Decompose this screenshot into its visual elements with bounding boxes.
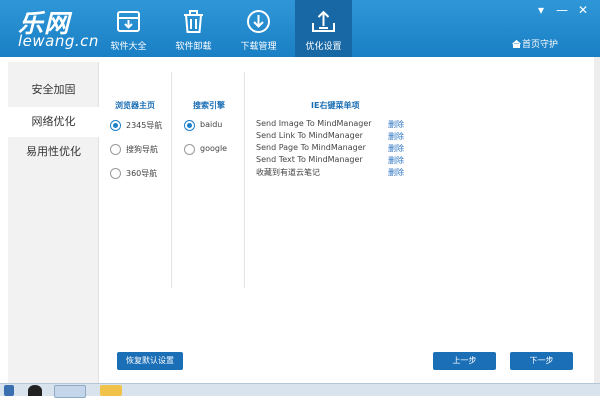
nav-tab-downloads[interactable]: 下载管理 bbox=[230, 0, 287, 57]
context-menu-item: Send Page To MindManager bbox=[256, 143, 366, 152]
logo-domain: lewang.cn bbox=[18, 32, 99, 50]
browser-taskbar-icon[interactable] bbox=[54, 385, 86, 398]
home-guard-label: 首页守护 bbox=[522, 40, 559, 50]
upload-tray-icon bbox=[312, 10, 335, 32]
radio-google[interactable] bbox=[184, 144, 195, 155]
radio-label: google bbox=[200, 144, 228, 153]
context-menu-item: 收藏到有道云笔记 bbox=[256, 168, 320, 177]
delete-link[interactable]: 删除 bbox=[388, 167, 404, 178]
radio-label: 360导航 bbox=[126, 169, 158, 178]
sidebar-item-security[interactable]: 安全加固 bbox=[8, 75, 99, 105]
nav-tab-uninstall[interactable]: 软件卸载 bbox=[165, 0, 222, 57]
trash-icon bbox=[184, 10, 203, 33]
start-icon[interactable] bbox=[4, 385, 14, 396]
sidebar: 安全加固 网络优化 易用性优化 bbox=[8, 62, 99, 383]
radio-label: 搜狗导航 bbox=[126, 145, 158, 154]
context-menu-heading: IE右键菜单项 bbox=[311, 101, 360, 110]
column-divider bbox=[171, 72, 172, 288]
download-circle-icon bbox=[247, 10, 270, 33]
context-menu-item: Send Text To MindManager bbox=[256, 155, 363, 164]
title-bar: 乐网 lewang.cn 软件大全 软件卸载 下载管理 优化设置 ▾ — ✕ 首… bbox=[0, 0, 600, 57]
taskbar bbox=[0, 383, 600, 398]
restore-default-button[interactable]: 恢复默认设置 bbox=[117, 352, 183, 370]
context-menu-item: Send Image To MindManager bbox=[256, 119, 372, 128]
nav-tab-label: 软件大全 bbox=[110, 42, 147, 52]
nav-tab-optimize[interactable]: 优化设置 bbox=[295, 0, 352, 57]
delete-link[interactable]: 删除 bbox=[388, 143, 404, 154]
minimize-button[interactable]: — bbox=[556, 4, 568, 16]
qq-icon[interactable] bbox=[28, 385, 42, 396]
radio-baidu[interactable] bbox=[184, 120, 195, 131]
search-engine-heading: 搜索引擎 bbox=[193, 101, 225, 110]
context-menu-item: Send Link To MindManager bbox=[256, 131, 363, 140]
radio-label: baidu bbox=[200, 120, 223, 129]
delete-link[interactable]: 删除 bbox=[388, 155, 404, 166]
nav-tab-software[interactable]: 软件大全 bbox=[100, 0, 157, 57]
column-divider bbox=[244, 72, 245, 288]
sidebar-item-network[interactable]: 网络优化 bbox=[8, 107, 99, 137]
radio-label: 2345导航 bbox=[126, 121, 163, 130]
nav-tab-label: 优化设置 bbox=[305, 42, 342, 52]
home-icon bbox=[512, 39, 521, 48]
delete-link[interactable]: 删除 bbox=[388, 119, 404, 130]
radio-sogou[interactable] bbox=[110, 144, 121, 155]
close-button[interactable]: ✕ bbox=[578, 4, 588, 16]
sidebar-item-usability[interactable]: 易用性优化 bbox=[8, 137, 99, 167]
next-button[interactable]: 下一步 bbox=[510, 352, 573, 370]
delete-link[interactable]: 删除 bbox=[388, 131, 404, 142]
browser-home-heading: 浏览器主页 bbox=[115, 101, 155, 110]
scrollbar[interactable] bbox=[594, 57, 600, 383]
radio-360[interactable] bbox=[110, 168, 121, 179]
nav-tab-label: 软件卸载 bbox=[175, 42, 212, 52]
prev-button[interactable]: 上一步 bbox=[433, 352, 496, 370]
radio-2345[interactable] bbox=[110, 120, 121, 131]
menu-dropdown-button[interactable]: ▾ bbox=[538, 4, 544, 16]
nav-tab-label: 下载管理 bbox=[240, 42, 277, 52]
download-box-icon bbox=[117, 11, 140, 32]
home-guard-link[interactable]: 首页守护 bbox=[512, 37, 558, 50]
app-taskbar-icon[interactable] bbox=[100, 385, 122, 396]
